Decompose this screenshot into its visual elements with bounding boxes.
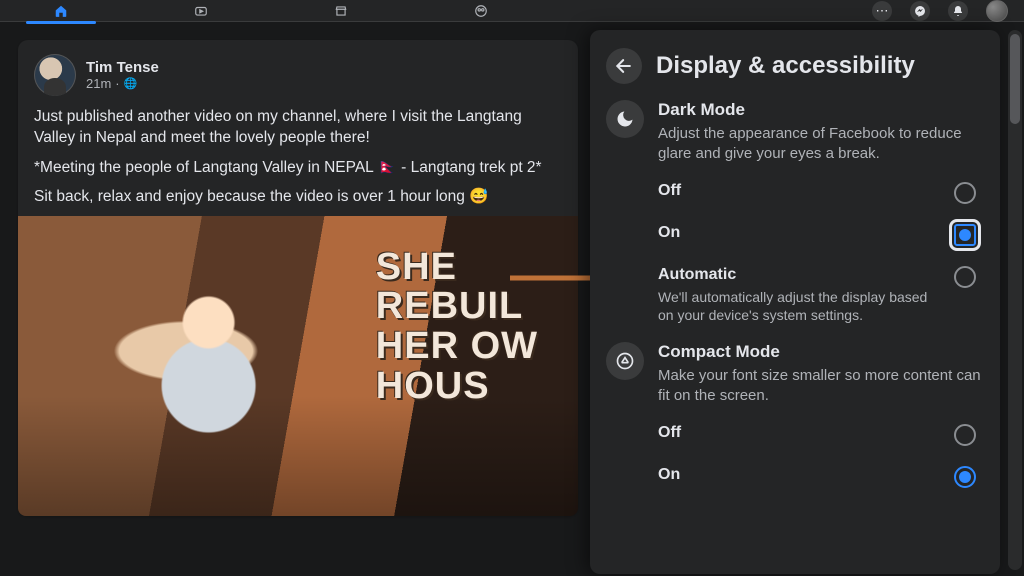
- compact-mode-options: Off On: [658, 414, 984, 498]
- post-video-thumbnail[interactable]: SHE REBUIL HER OW HOUS: [18, 216, 578, 516]
- notifications-icon[interactable]: [948, 1, 968, 21]
- marketplace-icon: [330, 0, 352, 22]
- top-navigation-bar: ⋯: [0, 0, 1024, 22]
- radio-icon: [954, 424, 976, 446]
- post-author-avatar[interactable]: [34, 54, 76, 96]
- home-icon: [50, 0, 72, 22]
- post-paragraph-1: Just published another video on my chann…: [34, 106, 562, 149]
- nav-tab-home[interactable]: [16, 2, 106, 20]
- radio-icon: [954, 466, 976, 488]
- dark-mode-options: Off On Automatic We'll automatically adj…: [658, 172, 984, 334]
- messenger-icon[interactable]: [910, 1, 930, 21]
- compact-icon: [606, 342, 644, 380]
- page-scrollbar[interactable]: [1008, 30, 1022, 570]
- panel-header: Display & accessibility: [606, 48, 984, 84]
- dark-mode-option-automatic[interactable]: Automatic We'll automatically adjust the…: [658, 256, 984, 334]
- option-sublabel: We'll automatically adjust the display b…: [658, 288, 938, 324]
- option-label: Off: [658, 182, 681, 200]
- section-dark-mode-text: Dark Mode Adjust the appearance of Faceb…: [658, 100, 984, 164]
- compact-mode-heading: Compact Mode: [658, 342, 984, 362]
- option-label: Off: [658, 424, 681, 442]
- menu-icon[interactable]: ⋯: [872, 1, 892, 21]
- topbar-left: [16, 2, 526, 20]
- dark-mode-option-off[interactable]: Off: [658, 172, 984, 214]
- groups-icon: [470, 0, 492, 22]
- moon-icon: [606, 100, 644, 138]
- panel-title: Display & accessibility: [656, 52, 915, 80]
- nav-tab-watch[interactable]: [156, 2, 246, 20]
- radio-icon: [954, 224, 976, 246]
- section-compact-mode: Compact Mode Make your font size smaller…: [606, 342, 984, 406]
- option-label: On: [658, 466, 680, 484]
- radio-icon: [954, 182, 976, 204]
- compact-mode-option-off[interactable]: Off: [658, 414, 984, 456]
- post-meta: Tim Tense 21m · 🌐: [86, 59, 159, 91]
- topbar-right: ⋯: [872, 0, 1008, 22]
- compact-mode-desc: Make your font size smaller so more cont…: [658, 366, 984, 406]
- dark-mode-option-on[interactable]: On: [658, 214, 984, 256]
- section-dark-mode: Dark Mode Adjust the appearance of Faceb…: [606, 100, 984, 164]
- thumbnail-overlay-text: SHE REBUIL HER OW HOUS: [376, 248, 538, 408]
- compact-mode-option-on[interactable]: On: [658, 456, 984, 498]
- post-paragraph-3: Sit back, relax and enjoy because the vi…: [34, 186, 562, 207]
- display-accessibility-panel: Display & accessibility Dark Mode Adjust…: [590, 30, 1000, 574]
- post-body: Just published another video on my chann…: [34, 106, 562, 208]
- post-paragraph-2: *Meeting the people of Langtang Valley i…: [34, 157, 562, 178]
- radio-icon: [954, 266, 976, 288]
- account-avatar[interactable]: [986, 0, 1008, 22]
- post-author-name[interactable]: Tim Tense: [86, 59, 159, 76]
- watch-icon: [190, 0, 212, 22]
- nav-tab-groups[interactable]: [436, 2, 526, 20]
- scrollbar-thumb[interactable]: [1010, 34, 1020, 124]
- dark-mode-desc: Adjust the appearance of Facebook to red…: [658, 124, 984, 164]
- post-timestamp[interactable]: 21m · 🌐: [86, 76, 159, 91]
- section-compact-mode-text: Compact Mode Make your font size smaller…: [658, 342, 984, 406]
- back-button[interactable]: [606, 48, 642, 84]
- post-time-text: 21m: [86, 76, 111, 91]
- news-feed: Tim Tense 21m · 🌐 Just published another…: [18, 40, 578, 516]
- option-label: On: [658, 224, 680, 242]
- dark-mode-heading: Dark Mode: [658, 100, 984, 120]
- post-card: Tim Tense 21m · 🌐 Just published another…: [18, 40, 578, 516]
- globe-icon: 🌐: [124, 77, 138, 90]
- post-header: Tim Tense 21m · 🌐: [34, 54, 562, 96]
- nav-tab-marketplace[interactable]: [296, 2, 386, 20]
- option-label: Automatic: [658, 266, 938, 284]
